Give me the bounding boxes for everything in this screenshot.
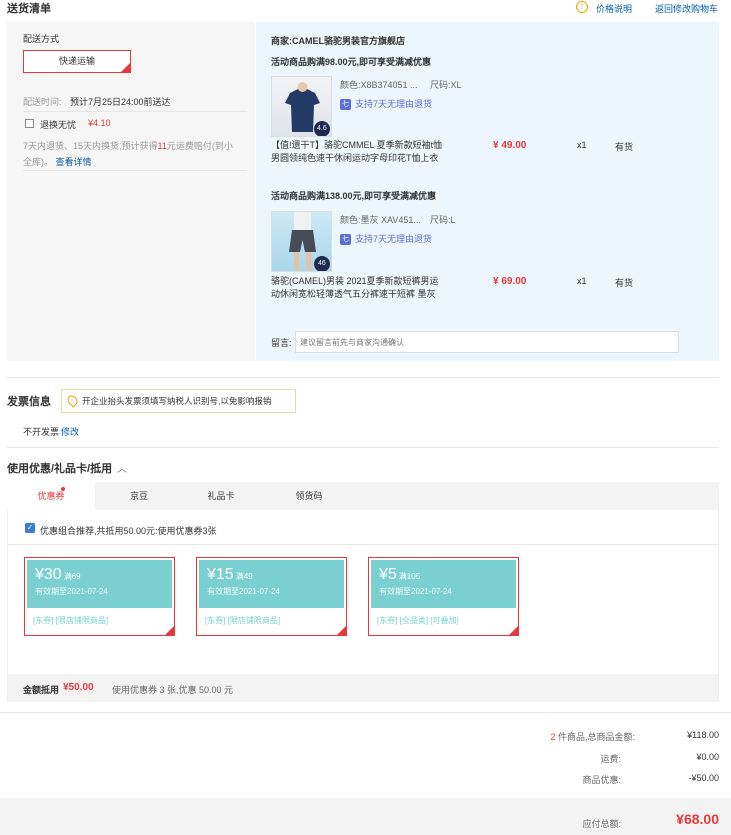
product-color: 颜色:X8B374051 ...	[340, 80, 418, 90]
product-price: ¥ 69.00	[493, 276, 527, 287]
tab-pickup-code[interactable]: 领货码	[265, 482, 353, 510]
discount-amount: -¥50.00	[688, 773, 719, 783]
remark-label: 留言:	[271, 338, 292, 348]
return-worry-free-checkbox[interactable]	[25, 119, 34, 128]
coupon-expiry: 有效期至2021-07-24	[35, 587, 108, 596]
shipping-amount: ¥0.00	[696, 752, 719, 762]
return-badge-icon: 七	[340, 234, 351, 246]
summary-label: 金额抵用	[23, 685, 60, 695]
promo-line-1: 活动商品购满98.00元,即可享受满减优惠	[271, 57, 432, 67]
chevron-up-icon[interactable]: ︿	[117, 460, 127, 475]
product-image-tshirt[interactable]: 4.6	[271, 76, 332, 137]
coupon-card[interactable]: ¥5 满105 有效期至2021-07-24 [东券] [全品类] [可叠加]	[368, 557, 519, 636]
coupon-card[interactable]: ¥15 满49 有效期至2021-07-24 [东券] [限店铺限商品]	[196, 557, 347, 636]
selected-check-icon	[165, 626, 174, 635]
return-badge-icon: 七	[340, 99, 351, 111]
new-dot-icon	[61, 487, 65, 491]
coupon-condition: 满49	[235, 572, 253, 581]
product-name[interactable]: 骆驼(CAMEL)男装 2021夏季新款短裤男运 动休闲宽松轻薄透气五分裤速干短裤…	[271, 275, 439, 301]
product-color: 颜色:墨灰 XAV451...	[340, 215, 421, 225]
summary-desc: 使用优惠券 3 张,优惠 50.00 元	[112, 685, 234, 695]
combo-text: 优惠组合推荐,共抵用50.00元:使用优惠券3张	[40, 526, 217, 536]
product-qty: x1	[577, 140, 587, 150]
coupon-condition: 满105	[398, 572, 421, 581]
tab-coupon[interactable]: 优惠券	[7, 482, 95, 510]
product-image-shorts[interactable]: 46	[271, 211, 332, 272]
coupon-amount: ¥5	[379, 566, 397, 583]
delivery-time-value: 预计7月25日24:00前送达	[70, 97, 171, 107]
discount-label: 商品优惠:	[582, 775, 621, 785]
seven-day-return-tag: 七支持7天无理由退货	[340, 234, 433, 246]
product-price: ¥ 49.00	[493, 140, 527, 151]
invoice-status: 不开发票	[23, 427, 60, 437]
promo-line-2: 活动商品购满138.00元,即可享受满减优惠	[271, 191, 437, 201]
product-size: 尺码:L	[430, 215, 456, 225]
tab-jingdou[interactable]: 京豆	[95, 482, 183, 510]
payable-label: 应付总额:	[582, 819, 621, 829]
coupon-tags: [东券] [限店铺限商品]	[33, 616, 109, 625]
product-badge: 4.6	[317, 125, 327, 132]
invoice-title: 发票信息	[7, 396, 51, 408]
coupon-condition: 满69	[63, 572, 81, 581]
discount-title: 使用优惠/礼品卡/抵用	[7, 463, 113, 475]
product-badge: 46	[318, 260, 326, 267]
info-icon: !	[576, 1, 588, 13]
seller-name: 商家:CAMEL骆驼男装官方旗舰店	[271, 36, 405, 46]
invoice-modify-link[interactable]: 修改	[61, 425, 79, 438]
express-delivery-button[interactable]: 快递运输	[23, 50, 131, 73]
remark-input[interactable]	[295, 331, 679, 353]
goods-count: 2 件商品,总商品金额:	[550, 732, 635, 742]
product-name[interactable]: 【值!遗干T】骆驼CMMEL 夏季新款短袖t恤 男圆领纯色速干休闲运动字母印花T恤…	[271, 139, 442, 165]
product-stock: 有货	[615, 142, 634, 152]
return-description: 7天内退货、15天内换货,预计获得11元运费赔付(到小 全库)。 查看详情	[23, 141, 233, 167]
seven-day-return-tag: 七支持7天无理由退货	[340, 99, 433, 111]
coupon-tags: [东券] [限店铺限商品]	[205, 616, 281, 625]
return-detail-link[interactable]: 查看详情	[56, 157, 92, 167]
delivery-method-label: 配送方式	[23, 34, 60, 44]
coupon-expiry: 有效期至2021-07-24	[207, 587, 280, 596]
shipping-label: 运费:	[600, 754, 621, 764]
page-title: 送货清单	[7, 3, 51, 15]
tab-gift-card[interactable]: 礼品卡	[177, 482, 265, 510]
product-size: 尺码:XL	[430, 80, 462, 90]
return-worry-free-label: 退换无忧	[40, 120, 77, 130]
discount-tabs: 优惠券 京豆 礼品卡 领货码	[7, 482, 719, 510]
lightbulb-icon	[65, 393, 80, 408]
payable-bar	[0, 798, 731, 835]
delivery-time-label: 配送时间:	[23, 97, 62, 107]
payable-amount: ¥68.00	[676, 811, 719, 827]
selected-check-icon	[337, 626, 346, 635]
coupon-expiry: 有效期至2021-07-24	[379, 587, 452, 596]
coupon-card[interactable]: ¥30 满69 有效期至2021-07-24 [东券] [限店铺限商品]	[24, 557, 175, 636]
coupon-amount: ¥15	[207, 566, 234, 583]
coupon-tags: [东券] [全品类] [可叠加]	[377, 616, 459, 625]
product-qty: x1	[577, 276, 587, 286]
selected-check-icon	[509, 626, 518, 635]
coupon-amount: ¥30	[35, 566, 62, 583]
return-worry-free-price: ¥4.10	[88, 118, 111, 128]
price-info-link[interactable]: 价格说明	[596, 2, 632, 15]
product-stock: 有货	[615, 278, 634, 288]
goods-amount: ¥118.00	[687, 730, 719, 740]
invoice-tip: 开企业抬头发票须填写纳税人识别号,以免影响报销	[61, 389, 296, 413]
combo-checkbox[interactable]: ✓	[25, 523, 35, 533]
summary-amount: ¥50.00	[63, 682, 94, 693]
back-to-cart-link[interactable]: 返回修改购物车	[655, 2, 718, 15]
